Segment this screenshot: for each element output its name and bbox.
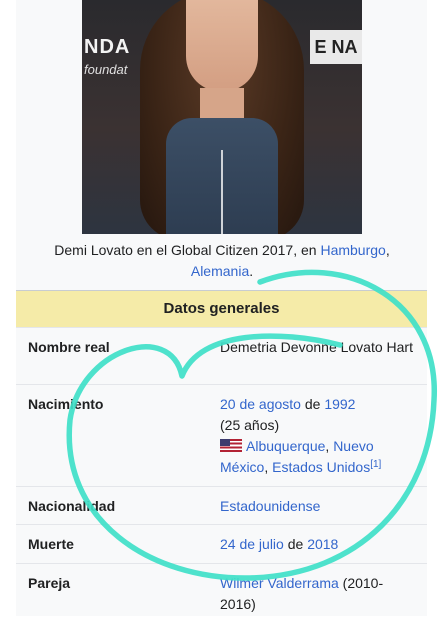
caption-link-hamburgo[interactable]: Hamburgo xyxy=(320,242,385,258)
infobox-row-nacionalidad: Nacionalidad Estadounidense xyxy=(16,486,427,524)
birth-place-link-estados-unidos[interactable]: Estados Unidos xyxy=(272,459,370,475)
photo-caption: Demi Lovato en el Global Citizen 2017, e… xyxy=(36,240,408,282)
birth-year-link[interactable]: 1992 xyxy=(324,396,355,412)
caption-separator: , xyxy=(385,242,390,258)
infobox-header: Datos generales xyxy=(16,291,427,327)
infobox-row-nacimiento: Nacimiento 20 de agosto de 1992 (25 años… xyxy=(16,384,427,486)
age-text: (25 años) xyxy=(220,417,280,433)
birth-date-link[interactable]: 20 de agosto xyxy=(220,396,301,412)
photo-face xyxy=(186,0,258,92)
photo-backdrop-text: NDA xyxy=(84,36,131,58)
nationality-link[interactable]: Estadounidense xyxy=(220,498,320,514)
row-value: 20 de agosto de 1992 (25 años) Albuquerq… xyxy=(220,385,427,486)
article-panel: NDA foundat E NA Demi Lovato en el Globa… xyxy=(16,0,427,616)
place-separator: , xyxy=(264,459,273,475)
birth-place-link-albuquerque[interactable]: Albuquerque xyxy=(246,438,325,454)
caption-end: . xyxy=(249,263,254,279)
photo-backdrop-sign: E NA xyxy=(310,30,362,64)
us-flag-icon xyxy=(220,439,242,452)
death-year-link[interactable]: 2018 xyxy=(307,536,338,552)
birth-date-mid: de xyxy=(300,396,325,412)
reference-link[interactable]: [1] xyxy=(370,459,381,470)
row-label: Nacimiento xyxy=(28,396,104,412)
partner-link[interactable]: Wilmer Valderrama xyxy=(220,575,339,591)
row-label: Muerte xyxy=(28,536,74,552)
caption-link-alemania[interactable]: Alemania xyxy=(191,263,249,279)
infobox: Datos generales Nombre real Demetria Dev… xyxy=(16,290,427,624)
row-label: Pareja xyxy=(28,575,71,591)
lead-photo[interactable]: NDA foundat E NA xyxy=(82,0,362,234)
row-label: Nombre real xyxy=(28,339,110,355)
death-date-mid: de xyxy=(283,536,308,552)
photo-zipper xyxy=(221,150,223,234)
row-label: Nacionalidad xyxy=(28,498,116,514)
infobox-row-pareja: Pareja Wilmer Valderrama (2010-2016) xyxy=(16,563,427,624)
photo-backdrop-subtext: foundat xyxy=(84,62,128,77)
death-date-link[interactable]: 24 de julio xyxy=(220,536,284,552)
caption-text: Demi Lovato en el Global Citizen 2017, e… xyxy=(54,242,321,258)
infobox-row-muerte: Muerte 24 de julio de 2018 xyxy=(16,524,427,563)
row-value: Demetria Devonne Lovato Hart xyxy=(220,339,413,355)
infobox-row-nombre-real: Nombre real Demetria Devonne Lovato Hart xyxy=(16,327,427,384)
